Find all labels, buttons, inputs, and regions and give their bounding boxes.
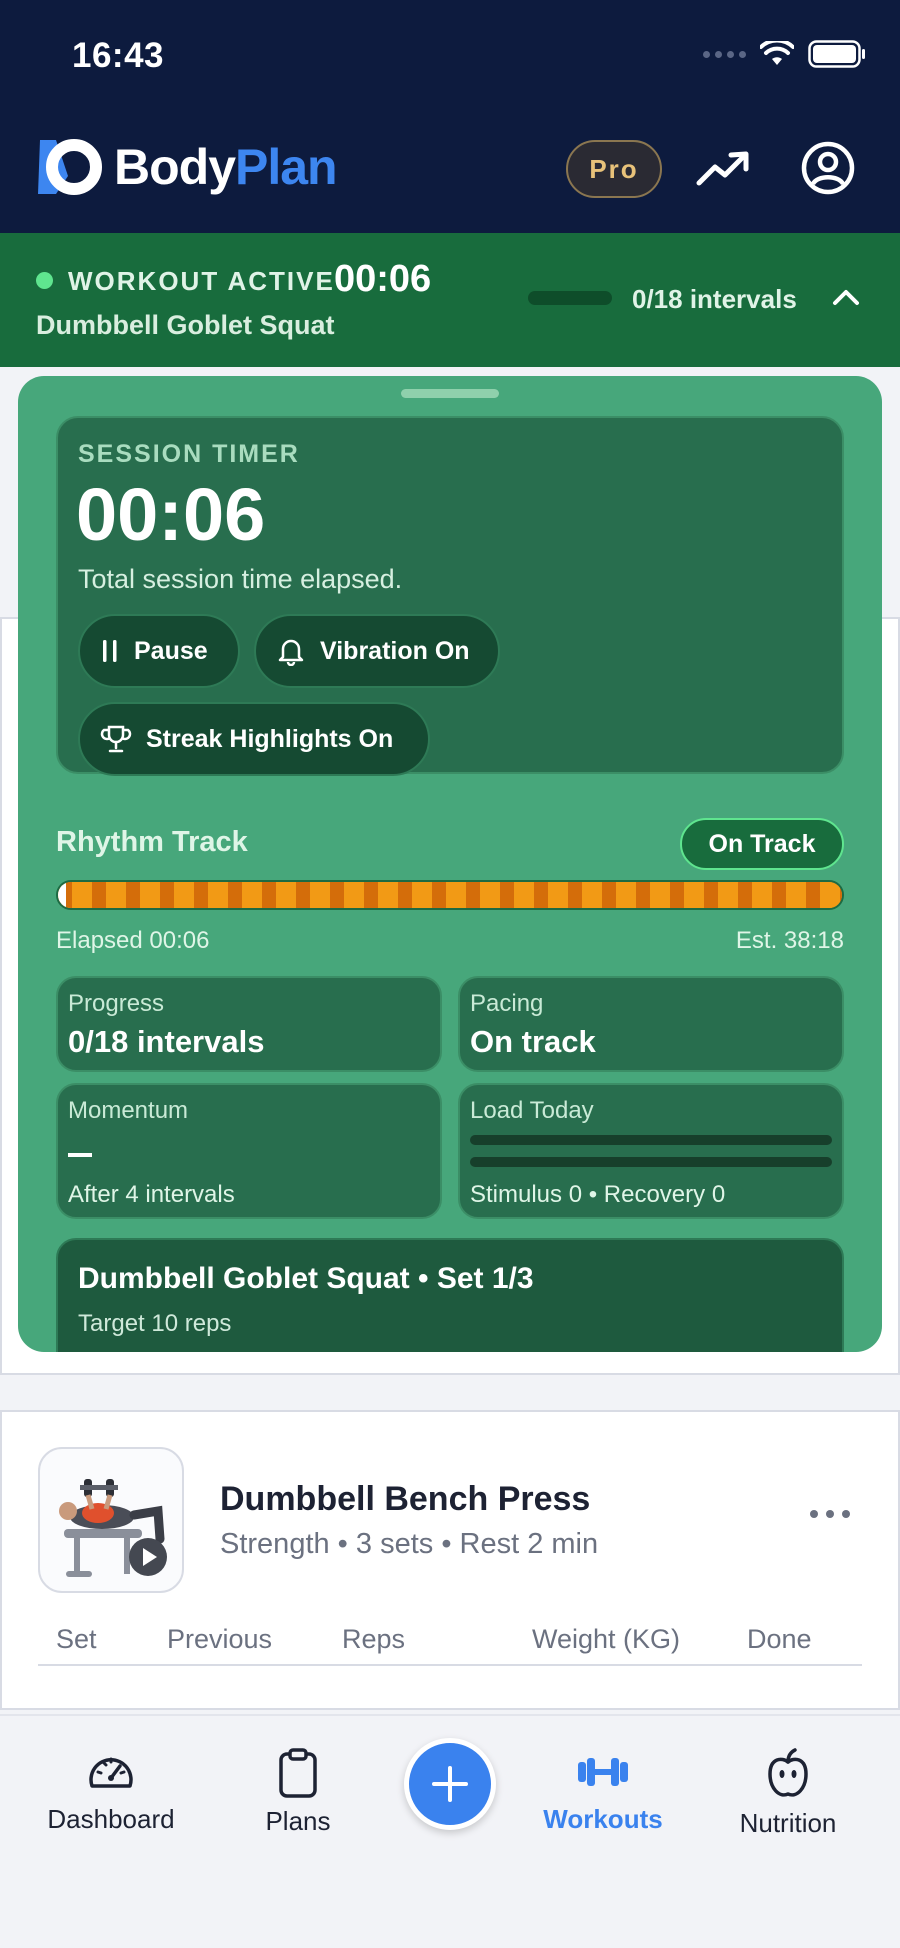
active-time: 00:06 <box>334 258 432 300</box>
load-foot: Stimulus 0 • Recovery 0 <box>470 1181 726 1208</box>
vibration-label: Vibration On <box>320 636 470 665</box>
nav-plans[interactable]: Plans <box>250 1748 346 1837</box>
exercise-title: Dumbbell Bench Press <box>220 1480 591 1518</box>
session-timer-label: SESSION TIMER <box>78 440 300 468</box>
active-label: WORKOUT ACTIVE <box>68 266 335 296</box>
interval-progress-bar <box>528 291 612 305</box>
plus-icon <box>432 1766 468 1802</box>
logo-body: Body <box>114 139 236 195</box>
status-icons <box>703 40 866 68</box>
vibration-toggle[interactable]: Vibration On <box>254 614 500 688</box>
nav-dashboard[interactable]: Dashboard <box>44 1748 178 1835</box>
estimated-time: Est. 38:18 <box>735 927 844 954</box>
rhythm-track-title: Rhythm Track <box>56 826 248 858</box>
apple-icon <box>768 1748 808 1797</box>
live-indicator <box>36 272 53 289</box>
workout-sheet: SESSION TIMER 00:06 Total session time e… <box>18 376 882 1352</box>
momentum-foot: After 4 intervals <box>68 1181 235 1208</box>
pacing-label: Pacing <box>470 990 544 1017</box>
wifi-icon <box>760 41 794 65</box>
trend-button[interactable] <box>695 145 753 196</box>
pause-icon <box>103 640 117 662</box>
profile-icon <box>801 141 855 195</box>
nav-nutrition[interactable]: Nutrition <box>730 1748 846 1839</box>
pacing-value: On track <box>470 1024 596 1059</box>
logo-plan: Plan <box>235 139 338 195</box>
more-icon <box>810 1510 850 1518</box>
progress-value: 0/18 intervals <box>68 1024 265 1059</box>
pause-button[interactable]: Pause <box>78 614 240 688</box>
momentum-value-empty <box>68 1153 92 1157</box>
column-previous: Previous <box>167 1624 273 1654</box>
signal-icon <box>703 50 746 58</box>
pacing-stat: Pacing On track <box>458 976 844 1072</box>
elapsed-time: Elapsed 00:06 <box>56 927 210 954</box>
profile-button[interactable] <box>800 140 856 201</box>
collapse-button[interactable] <box>832 288 860 311</box>
session-timer-card: SESSION TIMER 00:06 Total session time e… <box>56 416 844 776</box>
nav-dashboard-label: Dashboard <box>47 1804 175 1834</box>
exercise-subtitle: Strength • 3 sets • Rest 2 min <box>220 1528 599 1560</box>
more-options-button[interactable] <box>808 1506 852 1527</box>
exercise-thumbnail[interactable] <box>38 1447 184 1593</box>
chevron-up-icon <box>833 290 859 305</box>
load-today-stat: Load Today Stimulus 0 • Recovery 0 <box>458 1083 844 1219</box>
on-track-badge: On Track <box>680 818 844 870</box>
app-logo[interactable]: BodyPlan <box>34 136 338 198</box>
session-timer-description: Total session time elapsed. <box>78 564 403 594</box>
recovery-bar <box>470 1157 832 1167</box>
column-weight: Weight (KG) <box>532 1624 681 1654</box>
streak-highlights-toggle[interactable]: Streak Highlights On <box>78 702 430 776</box>
sheet-grabber[interactable] <box>401 389 499 398</box>
active-intervals: 0/18 intervals <box>632 284 797 314</box>
nav-nutrition-label: Nutrition <box>739 1808 837 1838</box>
pause-label: Pause <box>134 636 208 665</box>
clipboard-icon <box>279 1748 317 1798</box>
trend-up-icon <box>696 151 749 186</box>
logo-icon <box>38 139 102 195</box>
current-exercise-target: Target 10 reps <box>78 1310 232 1337</box>
progress-stat: Progress 0/18 intervals <box>56 976 442 1072</box>
column-set: Set <box>56 1624 97 1654</box>
streak-label: Streak Highlights On <box>146 724 394 753</box>
column-divider <box>38 1664 862 1666</box>
momentum-stat: Momentum After 4 intervals <box>56 1083 442 1219</box>
app-header <box>0 0 900 233</box>
play-icon <box>129 1538 167 1576</box>
active-exercise: Dumbbell Goblet Squat <box>36 310 335 340</box>
progress-label: Progress <box>68 990 165 1017</box>
pro-badge[interactable]: Pro <box>566 140 662 198</box>
rhythm-track-marker <box>58 882 66 908</box>
dumbbell-icon <box>578 1758 628 1786</box>
momentum-label: Momentum <box>68 1097 189 1124</box>
nav-plans-label: Plans <box>265 1806 331 1836</box>
battery-icon <box>808 40 865 68</box>
nav-workouts[interactable]: Workouts <box>536 1748 670 1835</box>
nav-workouts-label: Workouts <box>543 1804 663 1834</box>
bell-icon <box>278 639 304 666</box>
gauge-icon <box>89 1757 133 1788</box>
add-button[interactable] <box>404 1738 496 1830</box>
column-reps: Reps <box>342 1624 406 1654</box>
current-exercise-title: Dumbbell Goblet Squat • Set 1/3 <box>78 1262 534 1295</box>
column-done: Done <box>747 1624 812 1654</box>
session-timer-value: 00:06 <box>76 473 266 556</box>
stimulus-bar <box>470 1135 832 1145</box>
status-time: 16:43 <box>72 36 165 75</box>
rhythm-track-bar <box>56 880 844 910</box>
current-exercise-card[interactable]: Dumbbell Goblet Squat • Set 1/3 Target 1… <box>56 1238 844 1352</box>
load-label: Load Today <box>470 1097 594 1124</box>
trophy-icon <box>100 725 132 753</box>
